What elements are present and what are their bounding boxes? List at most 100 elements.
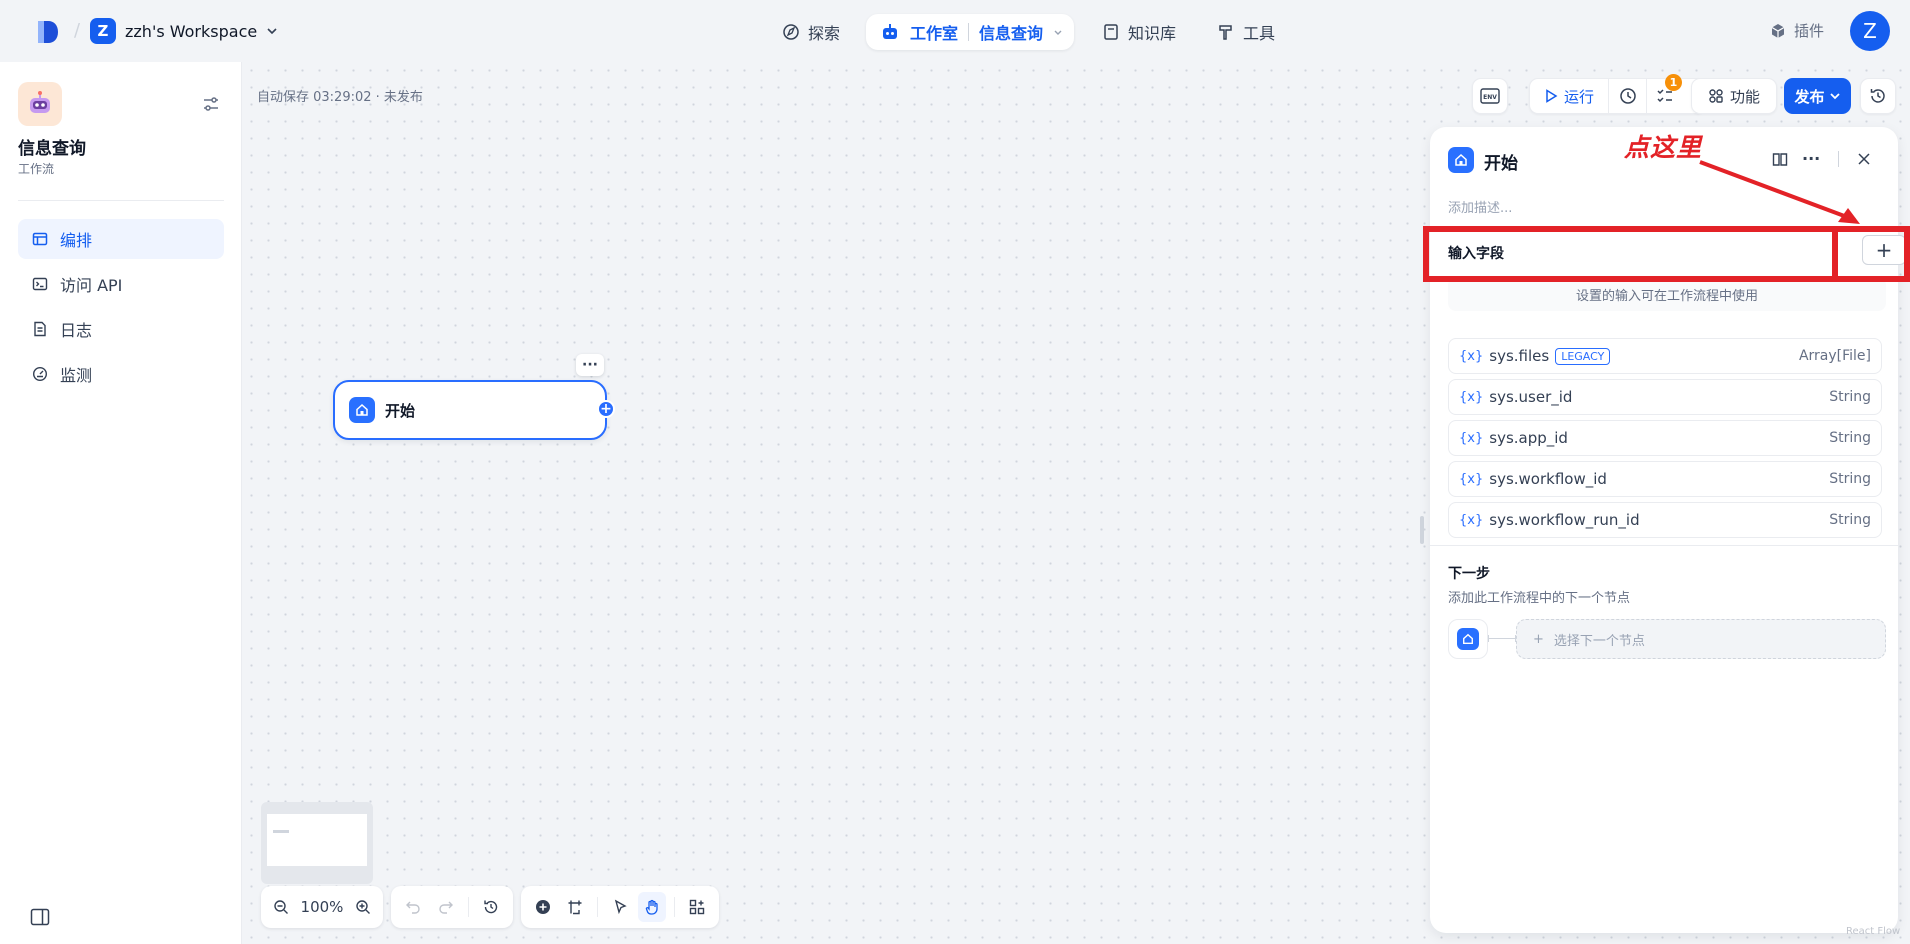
- redo-icon[interactable]: [431, 892, 459, 922]
- sidebar-item-logs[interactable]: 日志: [18, 309, 224, 349]
- app-robot-icon: [18, 82, 62, 126]
- nav-tools-label: 工具: [1243, 24, 1276, 43]
- undo-icon[interactable]: [399, 892, 427, 922]
- history-toolbar: [391, 886, 513, 928]
- plugins-label: 插件: [1794, 22, 1825, 40]
- sidebar-item-monitor[interactable]: 监测: [18, 354, 224, 394]
- variable-row: {x} sys.user_id String: [1448, 379, 1882, 415]
- react-flow-attribution[interactable]: React Flow: [1846, 926, 1900, 937]
- variable-row: {x} sys.workflow_id String: [1448, 461, 1882, 497]
- nav-divider: [968, 23, 970, 41]
- variable-name: sys.workflow_id: [1489, 470, 1607, 488]
- variable-icon: {x}: [1459, 512, 1484, 528]
- zoom-in-icon[interactable]: [351, 892, 375, 922]
- variable-icon: {x}: [1459, 430, 1484, 446]
- publish-button[interactable]: 发布: [1784, 78, 1851, 114]
- features-button[interactable]: 功能: [1691, 78, 1777, 114]
- variable-row: {x} sys.files LEGACY Array[File]: [1448, 338, 1882, 374]
- collapse-sidebar-icon[interactable]: [30, 908, 50, 926]
- sidebar-item-label: 日志: [60, 321, 93, 340]
- add-block-icon[interactable]: [529, 892, 557, 922]
- variable-row: {x} sys.app_id String: [1448, 420, 1882, 456]
- change-history-icon[interactable]: [477, 892, 505, 922]
- add-next-node-handle[interactable]: +: [597, 400, 615, 418]
- variable-type: String: [1829, 512, 1871, 528]
- variable-name: sys.user_id: [1489, 388, 1573, 406]
- next-step-description: 添加此工作流程中的下一个节点: [1448, 591, 1631, 606]
- layout-icon: [32, 232, 48, 246]
- nav-explore[interactable]: 探索: [770, 14, 852, 50]
- robot-icon: [883, 24, 897, 39]
- workspace-switcher[interactable]: Z zzh's Workspace: [90, 17, 278, 45]
- zoom-out-icon[interactable]: [269, 892, 293, 922]
- input-fields-hint: 设置的输入可在工作流程中使用: [1448, 277, 1886, 311]
- home-icon: [1448, 147, 1474, 173]
- nav-knowledge[interactable]: 知识库: [1090, 14, 1188, 50]
- variable-type: String: [1829, 471, 1871, 487]
- system-variables-list: {x} sys.files LEGACY Array[File] {x} sys…: [1448, 338, 1882, 543]
- features-grid-icon: [1709, 89, 1723, 103]
- app-type: 工作流: [18, 162, 55, 176]
- app-settings-icon[interactable]: [201, 94, 221, 114]
- variable-type: Array[File]: [1798, 348, 1871, 364]
- version-history-button[interactable]: [1860, 78, 1896, 114]
- minimap[interactable]: [261, 802, 373, 884]
- legacy-badge: LEGACY: [1555, 347, 1611, 365]
- variable-row: {x} sys.workflow_run_id String: [1448, 502, 1882, 538]
- nav-tools[interactable]: 工具: [1205, 14, 1287, 50]
- zoom-level[interactable]: 100%: [297, 898, 348, 916]
- cube-icon: [1771, 23, 1785, 38]
- run-history-button[interactable]: [1609, 79, 1648, 113]
- left-sidebar: 信息查询 工作流 编排 访问 API 日志 监测: [0, 62, 242, 944]
- user-avatar[interactable]: Z: [1850, 11, 1890, 51]
- run-button[interactable]: 运行: [1530, 79, 1610, 113]
- description-input[interactable]: 添加描述...: [1448, 197, 1512, 216]
- variable-name: sys.app_id: [1489, 429, 1568, 447]
- current-app-label[interactable]: 信息查询: [979, 20, 1043, 44]
- toolbar-divider: [467, 897, 469, 917]
- nav-studio-label: 工作室: [910, 24, 959, 43]
- sidebar-divider: [18, 200, 224, 201]
- env-button[interactable]: ENV: [1472, 78, 1508, 114]
- minimap-viewport: [267, 814, 367, 866]
- home-icon: [349, 397, 375, 423]
- variable-icon: {x}: [1459, 471, 1484, 487]
- history-icon: [1870, 89, 1885, 103]
- chevron-down-icon: [267, 28, 277, 35]
- add-note-icon[interactable]: [561, 892, 589, 922]
- pointer-icon[interactable]: [606, 892, 634, 922]
- annotation-arrow-icon: [1699, 160, 1860, 224]
- current-node-chip: [1448, 619, 1488, 659]
- organize-blocks-icon[interactable]: [683, 892, 711, 922]
- node-more-button[interactable]: ···: [576, 354, 604, 376]
- variable-name: sys.files: [1489, 347, 1550, 365]
- sidebar-item-api[interactable]: 访问 API: [18, 264, 224, 304]
- plugins-button[interactable]: 插件: [1770, 20, 1824, 41]
- chevron-down-icon: [1054, 30, 1062, 35]
- history-clock-icon: [1619, 88, 1636, 104]
- zoom-toolbar: 100%: [261, 886, 383, 928]
- workspace-avatar: Z: [90, 18, 116, 44]
- top-bar: / Z zzh's Workspace 探索 工作室 信息查询 知识库 工具 插…: [0, 0, 1910, 62]
- hammer-icon: [1219, 25, 1232, 40]
- nav-knowledge-label: 知识库: [1128, 24, 1177, 43]
- start-node[interactable]: 开始: [333, 380, 607, 440]
- panel-divider: [1430, 545, 1898, 546]
- nav-studio[interactable]: 工作室 信息查询: [866, 14, 1074, 50]
- workspace-name: zzh's Workspace: [125, 21, 258, 41]
- app-logo-icon[interactable]: [36, 19, 60, 45]
- app-name: 信息查询: [18, 139, 86, 159]
- env-label: ENV: [1483, 94, 1497, 101]
- variable-type: String: [1829, 389, 1871, 405]
- annotation-highlight-divider: [1430, 232, 1838, 276]
- sidebar-item-orchestrate[interactable]: 编排: [18, 219, 224, 259]
- terminal-icon: [32, 277, 48, 291]
- panel-resize-handle[interactable]: [1420, 516, 1424, 544]
- sidebar-item-label: 编排: [60, 231, 93, 250]
- toolbar-divider: [597, 897, 598, 917]
- select-next-node-button[interactable]: + 选择下一个节点: [1516, 619, 1886, 659]
- publish-label: 发布: [1794, 87, 1825, 106]
- plus-icon: +: [1533, 631, 1544, 647]
- play-icon: [1546, 89, 1558, 103]
- hand-icon[interactable]: [638, 892, 667, 922]
